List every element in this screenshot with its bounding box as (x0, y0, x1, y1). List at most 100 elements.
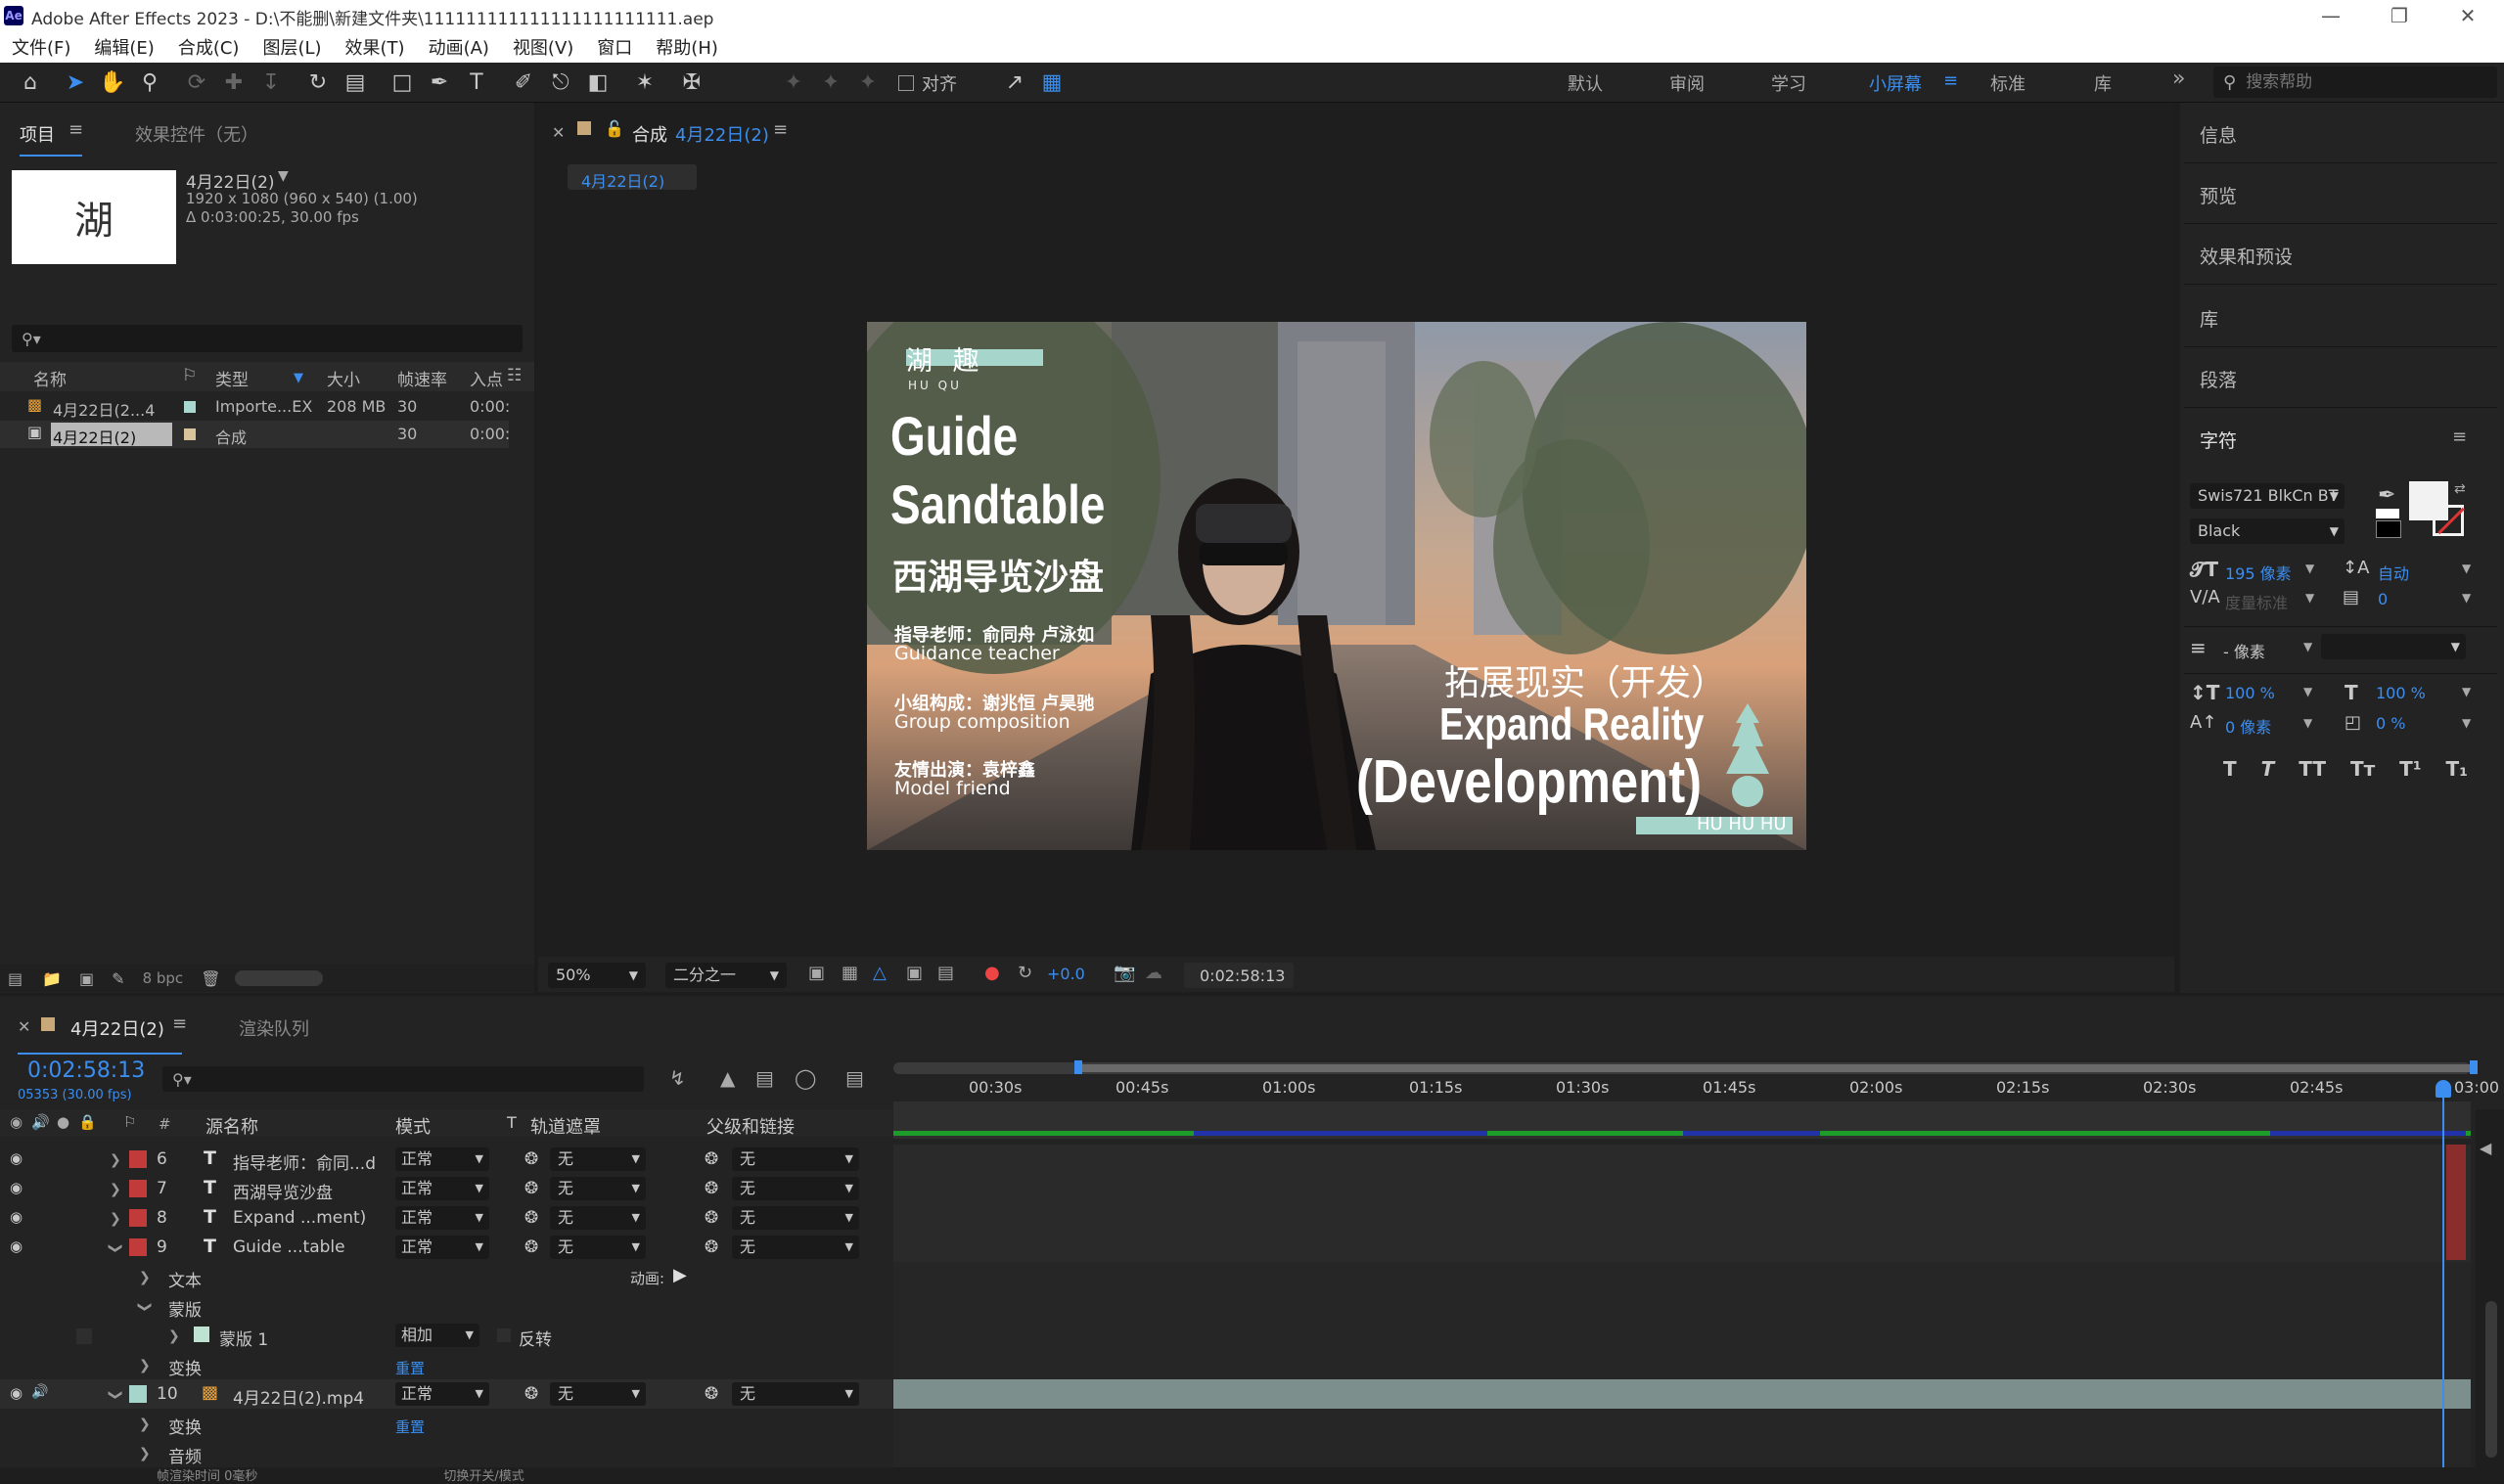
timeline-tab-name[interactable]: 4月22日(2) (70, 1015, 164, 1041)
layer-label-swatch[interactable] (129, 1209, 147, 1227)
mask-row[interactable]: ❯ 蒙版 1 相加 ▼ 反转 (0, 1321, 892, 1350)
workspace-standard[interactable]: 标准 (1990, 70, 2026, 96)
property-audio[interactable]: ❯ 音频 (0, 1438, 892, 1467)
region-of-interest-icon[interactable]: ▣ (906, 963, 923, 983)
comp-breadcrumb-box[interactable]: 4月22日(2) (568, 164, 697, 191)
col-mode[interactable]: 模式 (395, 1113, 431, 1139)
help-search-input[interactable] (2244, 71, 2474, 93)
work-area-start-handle[interactable] (1074, 1060, 1082, 1074)
audio-speaker-icon[interactable]: 🔊 (31, 1384, 48, 1400)
track-matte-dropdown[interactable]: 无 ▼ (550, 1177, 646, 1200)
layer-mode-dropdown[interactable]: 正常 ▼ (395, 1147, 489, 1171)
layer-mode-dropdown[interactable]: 正常 ▼ (395, 1236, 489, 1259)
fast-preview-icon[interactable]: ▣ (808, 963, 825, 983)
eye-icon[interactable]: ◉ (10, 1149, 23, 1167)
menu-edit[interactable]: 编辑(E) (94, 34, 154, 60)
col-size[interactable]: 大小 (327, 366, 360, 390)
vertical-scale-value[interactable]: 100 % (2225, 684, 2275, 702)
snap-options-icon[interactable]: ↗ (1000, 68, 1029, 96)
axis-local-icon[interactable]: ✦ (779, 68, 808, 96)
project-item-comp[interactable]: ▣ 4月22日(2) 合成 30 0:00: (0, 421, 510, 448)
delete-icon[interactable]: 🗑 (201, 969, 220, 988)
label-tag-icon[interactable]: ⚐ (123, 1113, 136, 1131)
font-size-value[interactable]: 195 像素 (2225, 561, 2292, 584)
interpret-footage-icon[interactable]: ▤ (8, 969, 23, 988)
label-tag-icon[interactable]: ⚐ (182, 366, 197, 385)
chevron-down-icon[interactable]: ▼ (2305, 591, 2314, 605)
tab-project[interactable]: 项目 (20, 121, 55, 147)
graph-editor-icon[interactable]: ▤ (845, 1066, 864, 1090)
col-name[interactable]: 名称 (33, 366, 67, 390)
spiral-icon[interactable]: ❂ (524, 1149, 538, 1169)
white-swatch[interactable] (2376, 509, 2399, 518)
track-matte-dropdown[interactable]: 无 ▼ (550, 1206, 646, 1230)
video-toggle-icon[interactable]: ◉ (10, 1113, 23, 1131)
adjust-settings-icon[interactable]: ✎ (112, 969, 124, 988)
menu-animation[interactable]: 动画(A) (429, 34, 489, 60)
chevron-right-icon[interactable]: ❯ (139, 1358, 151, 1373)
workspace-default[interactable]: 默认 (1568, 70, 1603, 96)
solo-toggle-icon[interactable]: ● (57, 1113, 69, 1131)
close-button[interactable]: ✕ (2438, 2, 2497, 29)
comp-button-icon[interactable]: ◀ (2480, 1139, 2491, 1157)
leading-value[interactable]: 自动 (2378, 561, 2409, 584)
spiral-icon[interactable]: ❂ (524, 1384, 538, 1404)
chevron-down-icon[interactable]: ▼ (2303, 640, 2312, 653)
eye-icon[interactable]: ◉ (10, 1237, 23, 1255)
workspace-review[interactable]: 审阅 (1669, 70, 1705, 96)
mask-mode-dropdown[interactable]: 相加 ▼ (395, 1324, 479, 1347)
faux-bold-button[interactable]: T (2223, 757, 2237, 781)
comp-timecode-box[interactable]: 0:02:58:13 (1184, 963, 1294, 988)
reset-exposure-icon[interactable]: ↻ (1018, 963, 1032, 983)
zoom-dropdown[interactable]: 50% ▼ (548, 963, 646, 988)
font-family-dropdown[interactable]: Swis721 BlkCn BT ▼ (2190, 483, 2345, 509)
chevron-down-icon[interactable]: ▼ (2305, 562, 2314, 575)
transform-reset-link[interactable]: 重置 (395, 1358, 425, 1378)
font-style-dropdown[interactable]: Black ▼ (2190, 518, 2345, 544)
workspace-libraries[interactable]: 库 (2094, 70, 2112, 96)
subscript-button[interactable]: T₁ (2446, 757, 2468, 781)
timeline-scroll-thumb[interactable] (2485, 1301, 2497, 1458)
exposure-value[interactable]: +0.0 (1047, 965, 1085, 983)
comp-tab-name[interactable]: 4月22日(2) (675, 121, 769, 147)
close-tab-icon[interactable]: ✕ (18, 1017, 30, 1036)
col-parent[interactable]: 父级和链接 (706, 1113, 795, 1139)
layer-mode-dropdown[interactable]: 正常 ▼ (395, 1177, 489, 1200)
track-8[interactable] (893, 1203, 2471, 1234)
frame-blending-icon[interactable]: ◯ (795, 1066, 816, 1090)
mask-color-swatch[interactable] (194, 1327, 209, 1342)
timeline-search[interactable]: ⚲▾ (162, 1066, 644, 1092)
menu-help[interactable]: 帮助(H) (656, 34, 718, 60)
work-area-end-handle[interactable] (2470, 1060, 2478, 1074)
mask-name[interactable]: 蒙版 1 (219, 1326, 268, 1350)
work-area-range[interactable] (1076, 1064, 2476, 1072)
eye-icon[interactable]: ◉ (10, 1384, 23, 1402)
layer-label-swatch[interactable] (129, 1385, 147, 1403)
baseline-shift-value[interactable]: 0 像素 (2225, 714, 2271, 738)
layer-row-6[interactable]: ◉ ❯ 6 T 指导老师：俞同...d 正常 ▼ ❂ 无 ▼ ❂ 无 ▼ (0, 1145, 892, 1174)
project-search[interactable]: ⚲▾ (12, 325, 523, 352)
type-tool-icon[interactable]: T (462, 68, 491, 96)
parent-dropdown[interactable]: 无 ▼ (732, 1236, 859, 1259)
track-matte-dropdown[interactable]: 无 ▼ (550, 1382, 646, 1406)
all-caps-button[interactable]: TT (2299, 757, 2326, 781)
property-text[interactable]: ❯ 文本 动画: ▶ (0, 1262, 892, 1291)
project-item-footage[interactable]: ▩ 4月22日(2...4 Importe...EX 208 MB 30 0:0… (0, 393, 510, 421)
help-search[interactable]: ⚲ (2213, 67, 2497, 98)
panel-character[interactable]: 字符 (2200, 427, 2237, 453)
brush-tool-icon[interactable]: ✐ (509, 68, 538, 96)
menu-file[interactable]: 文件(F) (12, 34, 70, 60)
col-type[interactable]: 类型 (215, 366, 249, 390)
chevron-right-icon[interactable]: ❯ (110, 1152, 121, 1168)
guides-icon[interactable]: ▤ (937, 963, 954, 983)
eyedropper-icon[interactable]: ✒ (2378, 483, 2395, 508)
layer-mode-dropdown[interactable]: 正常 ▼ (395, 1382, 489, 1406)
animate-play-icon[interactable]: ▶ (673, 1265, 687, 1285)
faux-italic-button[interactable]: T (2261, 757, 2275, 781)
transparency-grid-icon[interactable]: ▦ (842, 963, 858, 983)
audio-toggle-icon[interactable]: 🔊 (31, 1113, 50, 1131)
channels-icon[interactable]: ● (984, 963, 1000, 983)
clone-stamp-icon[interactable]: ⎋ (546, 68, 575, 96)
layer-name[interactable]: Guide ...table (233, 1237, 345, 1257)
flowchart-icon[interactable]: ☷ (507, 366, 522, 385)
